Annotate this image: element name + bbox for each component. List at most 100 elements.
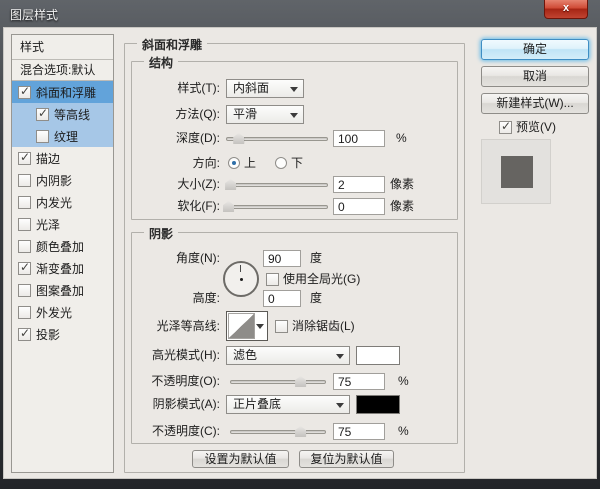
list-item-pattern-overlay[interactable]: 图案叠加 (12, 279, 113, 301)
list-item-outer-glow[interactable]: 外发光 (12, 301, 113, 323)
shadow-mode-value: 正片叠底 (233, 397, 282, 411)
list-item-label: 颜色叠加 (36, 239, 85, 254)
list-item-label: 光泽 (36, 217, 61, 232)
shadow-mode-dropdown[interactable]: 正片叠底 (226, 395, 350, 414)
technique-value: 平滑 (233, 107, 258, 121)
checkbox-unchecked (275, 320, 288, 333)
direction-up-radio[interactable] (228, 157, 240, 169)
checkbox-unchecked[interactable] (18, 195, 31, 209)
style-preview-inner-square (501, 156, 533, 188)
checkbox-unchecked[interactable] (18, 239, 31, 253)
altitude-unit: 度 (310, 291, 323, 305)
size-input[interactable] (333, 176, 385, 193)
direction-down-label: 下 (291, 156, 304, 170)
list-item-stroke[interactable]: ✓ 描边 (12, 147, 113, 169)
global-light-label: 使用全局光(G) (283, 272, 361, 286)
checkbox-checked[interactable]: ✓ (18, 150, 31, 165)
list-item-gradient-overlay[interactable]: ✓ 渐变叠加 (12, 257, 113, 279)
layer-style-dialog: 图层样式 x 样式 混合选项:默认 ✓ 斜面和浮雕 ✓ 等高线 纹理 ✓ 描边 … (0, 0, 600, 489)
list-item-label: 内阴影 (36, 173, 73, 188)
checkbox-checked[interactable]: ✓ (18, 326, 31, 341)
preview-label: 预览(V) (516, 120, 556, 134)
gloss-contour-picker[interactable] (226, 311, 268, 341)
size-slider-thumb[interactable] (225, 179, 237, 190)
highlight-mode-dropdown[interactable]: 滤色 (226, 346, 350, 365)
global-light-checkbox[interactable]: 使用全局光(G) (266, 272, 360, 287)
chevron-down-icon (256, 324, 264, 329)
checkbox-unchecked[interactable] (36, 129, 49, 143)
bevel-style-dropdown[interactable]: 内斜面 (226, 79, 304, 98)
preview-checkbox[interactable]: ✓ 预览(V) (499, 119, 556, 135)
soften-input[interactable] (333, 198, 385, 215)
close-icon: x (562, 2, 570, 14)
reset-default-button[interactable]: 复位为默认值 (299, 450, 394, 468)
altitude-input[interactable] (263, 290, 301, 307)
checkbox-unchecked (266, 273, 279, 286)
soften-unit: 像素 (390, 199, 415, 213)
size-label: 大小(Z): (177, 177, 220, 191)
dialog-body: 样式 混合选项:默认 ✓ 斜面和浮雕 ✓ 等高线 纹理 ✓ 描边 内阴影 内发光… (3, 27, 597, 479)
shadow-opacity-input[interactable] (333, 423, 385, 440)
list-item-drop-shadow[interactable]: ✓ 投影 (12, 323, 113, 345)
depth-input[interactable] (333, 130, 385, 147)
style-label: 样式(T): (177, 81, 220, 95)
altitude-label: 高度: (192, 291, 220, 305)
checkbox-checked[interactable]: ✓ (18, 84, 31, 99)
list-item-contour[interactable]: ✓ 等高线 (12, 103, 113, 125)
highlight-mode-value: 滤色 (233, 348, 258, 362)
make-default-button[interactable]: 设置为默认值 (192, 450, 289, 468)
highlight-color-swatch[interactable] (356, 346, 400, 365)
shading-title: 阴影 (144, 225, 179, 242)
list-item-label: 外发光 (36, 305, 73, 320)
list-item-label: 等高线 (54, 107, 91, 122)
list-item-blending-options[interactable]: 混合选项:默认 (12, 60, 113, 80)
list-item-inner-shadow[interactable]: 内阴影 (12, 169, 113, 191)
size-slider[interactable] (225, 175, 328, 194)
close-button[interactable]: x (544, 0, 588, 19)
highlight-mode-label: 高光模式(H): (152, 348, 220, 362)
list-item-label: 图案叠加 (36, 283, 85, 298)
list-item-bevel-emboss[interactable]: ✓ 斜面和浮雕 (12, 81, 113, 103)
highlight-opacity-unit: % (398, 374, 409, 388)
shadow-opacity-label: 不透明度(C): (152, 424, 220, 438)
shadow-opacity-slider[interactable] (230, 422, 326, 441)
highlight-opacity-thumb[interactable] (295, 376, 307, 387)
list-item-satin[interactable]: 光泽 (12, 213, 113, 235)
highlight-opacity-slider[interactable] (230, 372, 326, 391)
soften-slider-thumb[interactable] (223, 201, 235, 212)
contour-thumbnail (228, 313, 255, 339)
checkbox-checked[interactable]: ✓ (18, 260, 31, 275)
depth-unit: % (396, 131, 407, 145)
list-item-inner-glow[interactable]: 内发光 (12, 191, 113, 213)
new-style-button[interactable]: 新建样式(W)... (481, 93, 589, 114)
checkbox-checked: ✓ (499, 119, 512, 134)
list-item-color-overlay[interactable]: 颜色叠加 (12, 235, 113, 257)
shadow-opacity-thumb[interactable] (295, 426, 307, 437)
list-item-label: 描边 (36, 151, 61, 166)
checkbox-unchecked[interactable] (18, 283, 31, 297)
list-item-texture[interactable]: 纹理 (12, 125, 113, 147)
shadow-mode-label: 阴影模式(A): (152, 397, 220, 411)
angle-label: 角度(N): (176, 251, 220, 265)
angle-input[interactable] (263, 250, 301, 267)
depth-slider-thumb[interactable] (233, 133, 245, 144)
depth-slider[interactable] (226, 129, 328, 148)
style-preview-thumbnail (481, 139, 551, 204)
soften-slider[interactable] (223, 197, 328, 216)
checkbox-unchecked[interactable] (18, 305, 31, 319)
checkbox-unchecked[interactable] (18, 217, 31, 231)
checkbox-checked[interactable]: ✓ (36, 106, 49, 121)
technique-dropdown[interactable]: 平滑 (226, 105, 304, 124)
size-unit: 像素 (390, 177, 415, 191)
antialias-checkbox[interactable]: 消除锯齿(L) (275, 319, 355, 334)
checkbox-unchecked[interactable] (18, 173, 31, 187)
chevron-down-icon (336, 354, 344, 359)
chevron-down-icon (290, 87, 298, 92)
antialias-label: 消除锯齿(L) (292, 319, 355, 333)
shadow-color-swatch[interactable] (356, 395, 400, 414)
cancel-button[interactable]: 取消 (481, 66, 589, 87)
direction-down-radio[interactable] (275, 157, 287, 169)
titlebar[interactable]: 图层样式 x (0, 0, 600, 27)
highlight-opacity-input[interactable] (333, 373, 385, 390)
ok-button[interactable]: 确定 (481, 39, 589, 60)
